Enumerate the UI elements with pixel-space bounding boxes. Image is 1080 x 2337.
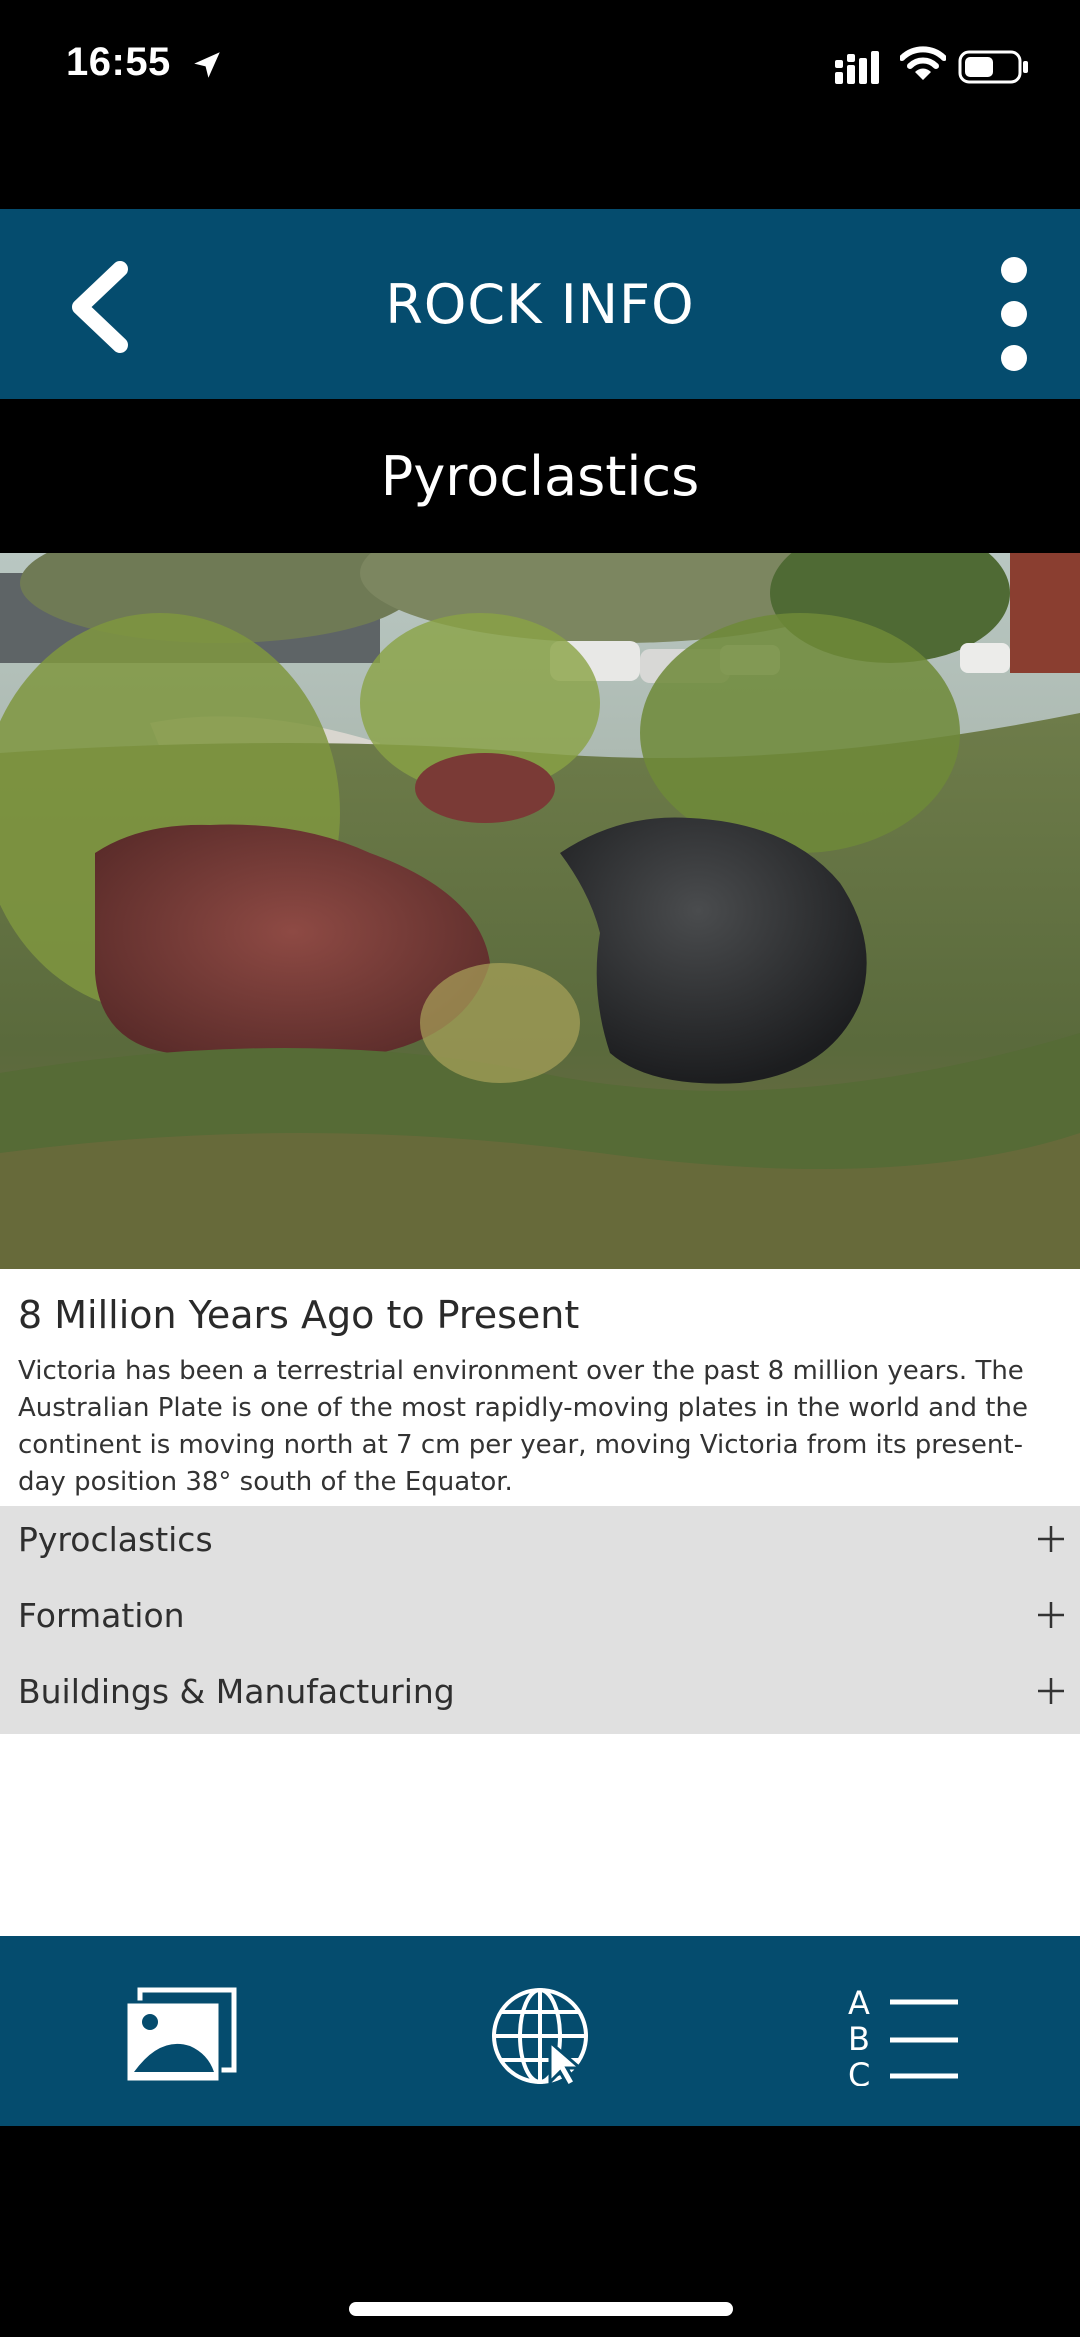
content-panel: 8 Million Years Ago to Present Victoria … bbox=[0, 1269, 1080, 1936]
page-title: ROCK INFO bbox=[385, 273, 695, 336]
plus-icon bbox=[1038, 1526, 1064, 1552]
status-time: 16:55 bbox=[66, 40, 171, 84]
abc-list-icon: A B C bbox=[848, 1986, 958, 2086]
rock-photo bbox=[0, 553, 1080, 1269]
location-arrow-icon bbox=[194, 52, 220, 78]
accordion-item-buildings[interactable]: Buildings & Manufacturing bbox=[0, 1658, 1080, 1734]
plus-icon bbox=[1038, 1602, 1064, 1628]
home-indicator[interactable] bbox=[349, 2302, 733, 2316]
cellular-signal-icon bbox=[835, 51, 879, 84]
wifi-icon bbox=[900, 46, 946, 80]
era-description: Victoria has been a terrestrial environm… bbox=[18, 1356, 1028, 1497]
more-dot-icon bbox=[1001, 301, 1027, 327]
glossary-letter: A bbox=[848, 1986, 870, 2022]
gallery-button[interactable] bbox=[120, 1986, 240, 2086]
era-heading: 8 Million Years Ago to Present bbox=[18, 1293, 580, 1337]
accordion-item-formation[interactable]: Formation bbox=[0, 1582, 1080, 1658]
status-bar: 16:55 bbox=[0, 0, 1080, 140]
accordion-label: Pyroclastics bbox=[18, 1520, 213, 1559]
glossary-letter: B bbox=[848, 2020, 870, 2058]
accordion: Pyroclastics Formation Buildings & Manuf… bbox=[0, 1506, 1080, 1734]
rock-name: Pyroclastics bbox=[380, 445, 700, 508]
app-header: ROCK INFO bbox=[0, 209, 1080, 399]
more-dot-icon bbox=[1001, 257, 1027, 283]
more-dot-icon bbox=[1001, 345, 1027, 371]
gallery-icon bbox=[124, 1987, 237, 2084]
glossary-letter: C bbox=[848, 2056, 870, 2086]
globe-cursor-icon bbox=[492, 1988, 588, 2086]
plus-icon bbox=[1038, 1678, 1064, 1704]
battery-icon bbox=[958, 50, 1028, 84]
web-link-button[interactable] bbox=[480, 1986, 600, 2086]
accordion-item-pyroclastics[interactable]: Pyroclastics bbox=[0, 1506, 1080, 1582]
rock-name-bar: Pyroclastics bbox=[0, 399, 1080, 553]
glossary-button[interactable]: A B C bbox=[840, 1986, 960, 2086]
more-options-button[interactable] bbox=[985, 251, 1045, 381]
bottom-nav: A B C bbox=[0, 1936, 1080, 2126]
accordion-label: Buildings & Manufacturing bbox=[18, 1672, 455, 1711]
accordion-label: Formation bbox=[18, 1596, 185, 1635]
